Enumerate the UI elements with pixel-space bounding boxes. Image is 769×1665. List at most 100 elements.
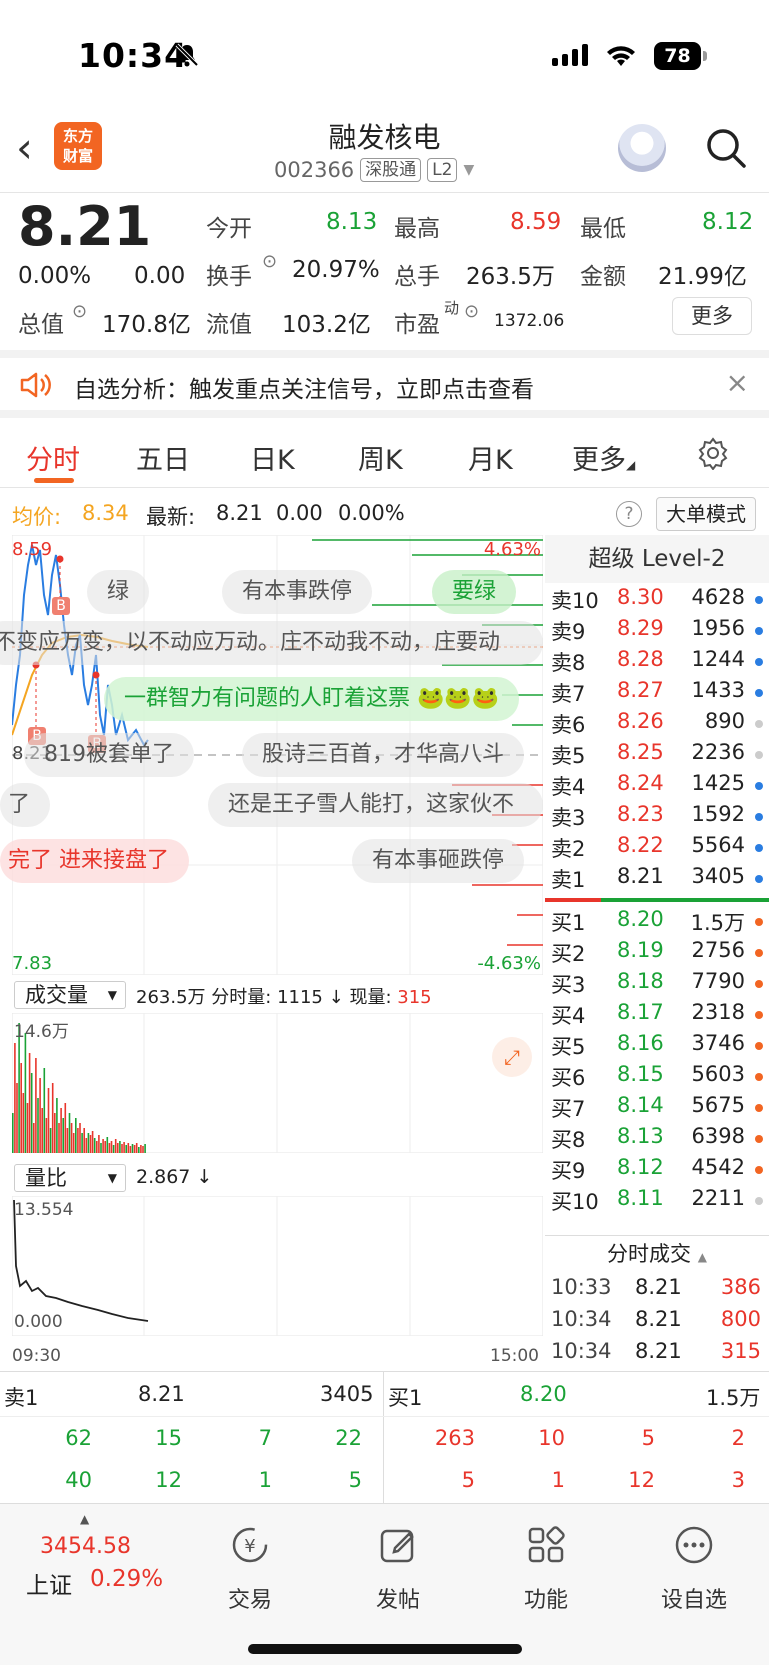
bid-row[interactable]: 买2 8.19 2756 [545, 938, 769, 969]
bid-volume: 2318 [691, 1000, 745, 1024]
bid-price: 8.17 [617, 1000, 664, 1024]
bid-row[interactable]: 买3 8.18 7790 [545, 969, 769, 1000]
expand-icon[interactable]: ⤢ [492, 1037, 532, 1077]
tab-five-day[interactable]: 五日 [136, 438, 190, 477]
search-icon[interactable] [704, 126, 748, 170]
tab-weekly-k[interactable]: 周K [358, 438, 403, 477]
axis-high-pct: 4.63% [483, 539, 541, 560]
ask-row[interactable]: 卖2 8.22 5564 [545, 833, 769, 864]
bid-volume: 2756 [691, 938, 745, 962]
bid-row[interactable]: 买7 8.14 5675 [545, 1093, 769, 1124]
nav-functions[interactable]: 功能 [506, 1524, 586, 1614]
ask-volume: 2236 [691, 740, 745, 764]
tick-price: 8.21 [635, 1275, 682, 1299]
summary-count: 5 [461, 1468, 475, 1492]
danmaku-comment[interactable]: 完了 进来接盘了 [0, 839, 189, 883]
ask-row[interactable]: 卖3 8.23 1592 [545, 802, 769, 833]
bid-level: 买6 [551, 1066, 586, 1090]
gear-icon[interactable] [696, 436, 730, 470]
bid-volume: 6398 [691, 1124, 745, 1148]
ask-level: 卖10 [551, 589, 599, 613]
danmaku-comment[interactable]: 有本事砸跌停 [352, 839, 525, 883]
tick-title[interactable]: 分时成交 ▲ [545, 1235, 769, 1271]
danmaku-comment[interactable]: 819被套单了 [24, 733, 194, 777]
summary-count: 62 [65, 1426, 92, 1450]
ask-row[interactable]: 卖6 8.26 890 [545, 709, 769, 740]
bid-volume: 3746 [691, 1031, 745, 1055]
divider [0, 192, 769, 193]
level2-order-book: 超级 Level-2 卖10 8.30 4628 卖9 8.29 1956 卖8 8.28 12… [545, 535, 769, 1225]
bid-dot [755, 1197, 763, 1205]
danmaku-comment[interactable]: 一群智力有问题的人盯着这票 🐸🐸🐸 [104, 677, 520, 721]
home-indicator [248, 1644, 522, 1654]
info-icon[interactable]: ⊙ [262, 251, 277, 272]
ask-row[interactable]: 卖4 8.24 1425 [545, 771, 769, 802]
index-name[interactable]: 上证 [26, 1566, 72, 1600]
analysis-banner[interactable]: 自选分析：触发重点关注信号，立即点击查看 × [0, 350, 769, 418]
bid-row[interactable]: 买1 8.20 1.5万 [545, 907, 769, 938]
ask-row[interactable]: 卖9 8.29 1956 [545, 616, 769, 647]
tick-trades[interactable]: 分时成交 ▲ 10:33 8.21 386 10:34 8.21 800 10:34 8.21… [545, 1235, 769, 1371]
ask-level: 卖2 [551, 837, 586, 861]
danmaku-comment[interactable]: 了 [0, 783, 51, 827]
info-icon[interactable]: ⊙ [464, 301, 479, 322]
bid-price: 8.13 [617, 1124, 664, 1148]
ask-row[interactable]: 卖1 8.21 3405 [545, 864, 769, 895]
float-label: 流值 [206, 312, 252, 338]
emoji-icon: 🐸🐸🐸 [417, 686, 500, 711]
intraday-chart[interactable]: B B B 8.59 4.63% 8.21 7.83 -4.63% 绿 有本事跌… [0, 535, 543, 975]
danmaku-comment[interactable]: 还是王子雪人能打，这家伙不 [208, 783, 543, 827]
index-value[interactable]: 3454.58 [40, 1534, 131, 1559]
info-icon[interactable]: ⊙ [72, 301, 87, 322]
ratio-dropdown[interactable]: 量比 ▼ [14, 1164, 126, 1192]
bid-price: 8.11 [617, 1186, 664, 1210]
help-icon[interactable]: ? [616, 501, 642, 527]
nav-trade[interactable]: ¥ 交易 [210, 1524, 290, 1614]
ask-row[interactable]: 卖5 8.25 2236 [545, 740, 769, 771]
ask-dot [755, 813, 763, 821]
ask-row[interactable]: 卖8 8.28 1244 [545, 647, 769, 678]
danmaku-comment[interactable]: 绿 [87, 570, 150, 614]
turnover-value: 20.97% [292, 257, 380, 283]
assistant-robot-icon[interactable] [618, 124, 666, 172]
ask-row[interactable]: 卖10 8.30 4628 [545, 585, 769, 616]
tab-daily-k[interactable]: 日K [250, 438, 295, 477]
ask-price: 8.26 [617, 709, 664, 733]
nav-post[interactable]: 发帖 [358, 1524, 438, 1614]
tab-more[interactable]: 更多◢ [572, 438, 635, 477]
more-button[interactable]: 更多 [672, 297, 752, 335]
danmaku-comment[interactable]: 有本事跌停 [222, 570, 373, 614]
chevron-down-icon: ▼ [107, 988, 117, 1002]
ask-row[interactable]: 卖7 8.27 1433 [545, 678, 769, 709]
stock-code-line[interactable]: 002366 深股通 L2 ▼ [274, 158, 474, 182]
danmaku-comment[interactable]: 股诗三百首，才华高八斗 [242, 733, 525, 777]
nav-add-watchlist[interactable]: 设自选 [654, 1524, 734, 1614]
index-pct[interactable]: 0.29% [90, 1566, 163, 1592]
volume-value: 263.5万 [466, 264, 555, 290]
trade-icon: ¥ [232, 1527, 268, 1563]
volume-bars [12, 1013, 543, 1153]
last-change: 0.00 [276, 501, 323, 525]
time-start: 09:30 [12, 1346, 61, 1366]
tab-intraday[interactable]: 分时 [26, 438, 80, 477]
bid-row[interactable]: 买6 8.15 5603 [545, 1062, 769, 1093]
bid-row[interactable]: 买10 8.11 2211 [545, 1186, 769, 1217]
bid-dot [755, 1042, 763, 1050]
danmaku-comment[interactable]: 以不变应万变，以不动应万动。庄不动我不动，庄要动 [0, 621, 543, 665]
volume-dropdown[interactable]: 成交量 ▼ [14, 981, 126, 1009]
close-icon[interactable]: × [726, 366, 749, 399]
change-amount: 0.00 [134, 263, 186, 289]
high-label: 最高 [394, 216, 440, 242]
bid-row[interactable]: 买9 8.12 4542 [545, 1155, 769, 1186]
bid-level: 买5 [551, 1035, 586, 1059]
big-order-mode-button[interactable]: 大单模式 [656, 497, 756, 531]
bid-row[interactable]: 买5 8.16 3746 [545, 1031, 769, 1062]
tab-monthly-k[interactable]: 月K [468, 438, 513, 477]
chart-info-bar: 均价: 8.34 最新: 8.21 0.00 0.00% [0, 495, 545, 535]
summary-count: 12 [155, 1468, 182, 1492]
level2-title[interactable]: 超级 Level-2 [545, 535, 769, 583]
mktcap-label: 总值 [18, 312, 64, 338]
bid-row[interactable]: 买8 8.13 6398 [545, 1124, 769, 1155]
bid-row[interactable]: 买4 8.17 2318 [545, 1000, 769, 1031]
danmaku-comment[interactable]: 要绿 [432, 570, 517, 614]
